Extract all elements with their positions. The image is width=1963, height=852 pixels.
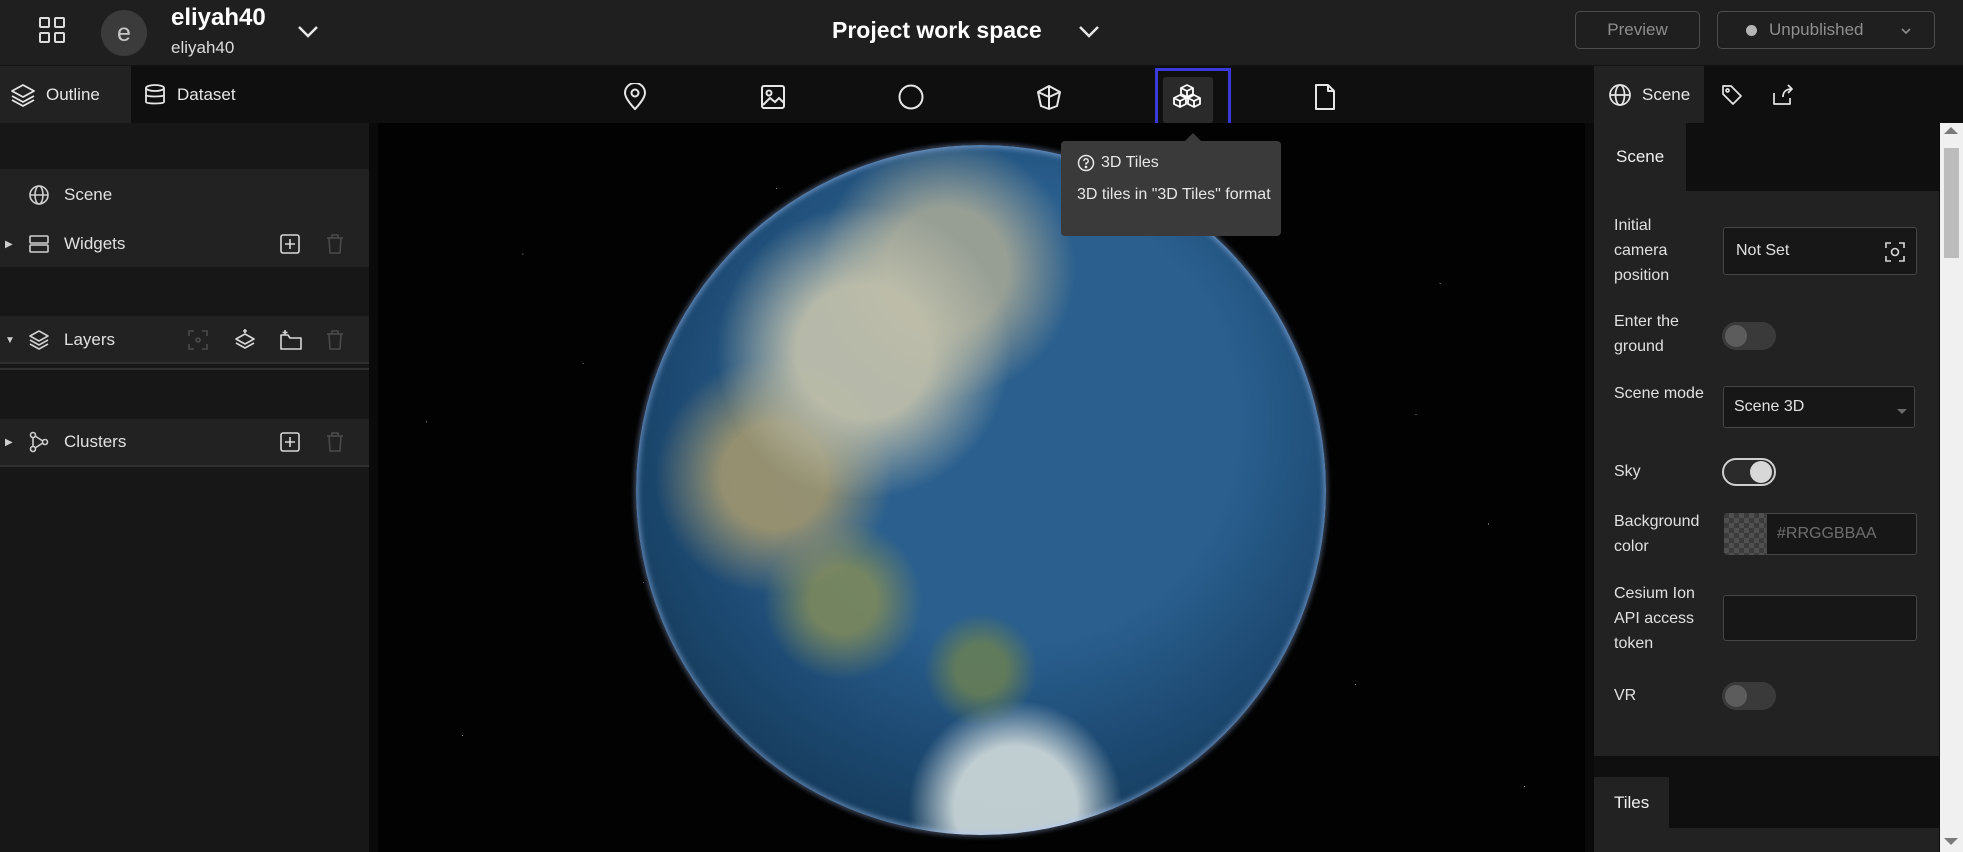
tool-tooltip: 3D Tiles 3D tiles in "3D Tiles" format <box>1061 133 1281 236</box>
user-workspace: eliyah40 <box>171 38 235 57</box>
background-color-placeholder: #RRGGBBAA <box>1777 525 1877 542</box>
outline-item-layers[interactable]: ▼ Layers <box>0 326 369 354</box>
file-icon[interactable] <box>1308 80 1342 114</box>
outline-item-widgets[interactable]: ▶ Widgets <box>0 230 369 258</box>
outline-layers-label: Layers <box>64 330 116 349</box>
scene-mode-value: Scene 3D <box>1734 398 1805 415</box>
publish-status-button[interactable]: Unpublished <box>1717 11 1935 49</box>
trash-icon[interactable] <box>325 233 345 255</box>
vr-label: VR <box>1614 687 1637 704</box>
tab-outline[interactable]: Outline <box>0 66 131 123</box>
cesium-token-input[interactable] <box>1723 595 1917 641</box>
initial-camera-value: Not Set <box>1736 242 1790 259</box>
tab-scene-label: Scene <box>1642 84 1691 104</box>
export-icon[interactable] <box>1770 66 1796 123</box>
tab-dataset[interactable]: Dataset <box>143 66 236 123</box>
avatar[interactable]: e <box>101 10 147 56</box>
project-title[interactable]: Project work space <box>832 17 1042 44</box>
sky-label: Sky <box>1614 463 1641 480</box>
chevron-down-icon <box>1900 21 1912 41</box>
chevron-down-icon[interactable] <box>1072 15 1106 49</box>
scroll-down-arrow-icon[interactable] <box>1944 838 1958 845</box>
background-color-label: Background color <box>1614 513 1700 555</box>
preview-button[interactable]: Preview <box>1575 11 1700 49</box>
clusters-divider <box>0 465 369 467</box>
map-viewport[interactable] <box>378 123 1585 852</box>
database-icon <box>143 83 167 107</box>
add-folder-icon[interactable] <box>279 329 303 351</box>
globe-icon <box>1608 83 1632 107</box>
tiles-section-tab[interactable]: Tiles <box>1594 777 1670 828</box>
circle-icon[interactable] <box>894 80 928 114</box>
scrollbar-thumb[interactable] <box>1944 148 1959 258</box>
clusters-icon <box>28 431 50 453</box>
chevron-down-icon[interactable] <box>292 16 324 48</box>
enter-ground-label: Enter the ground <box>1614 313 1679 355</box>
tab-outline-label: Outline <box>46 84 100 104</box>
initial-camera-field[interactable]: Not Set <box>1723 227 1917 275</box>
color-swatch[interactable] <box>1724 513 1766 555</box>
caret-right-icon[interactable]: ▶ <box>5 437 13 448</box>
apps-grid-icon[interactable] <box>34 12 70 48</box>
earth-globe[interactable] <box>636 145 1326 835</box>
map-pin-icon[interactable] <box>618 80 652 114</box>
layers-icon <box>10 83 36 107</box>
top-header: e eliyah40 eliyah40 Project work space P… <box>0 0 1963 66</box>
layers-bottom-divider <box>0 368 369 370</box>
layers-icon <box>28 329 50 351</box>
scroll-up-arrow-icon[interactable] <box>1944 127 1958 134</box>
scene-section-tab[interactable]: Scene <box>1594 123 1687 191</box>
outline-item-scene[interactable]: Scene <box>0 181 369 209</box>
trash-icon[interactable] <box>325 329 345 351</box>
user-name: eliyah40 <box>171 4 266 31</box>
tag-icon[interactable] <box>1720 66 1744 123</box>
outline-panel: Scene ▶ Widgets ▼ Layers ▶ Clusters <box>0 123 369 852</box>
cesium-token-label: Cesium Ion API access token <box>1614 585 1695 652</box>
tooltip-description: 3D tiles in "3D Tiles" format <box>1077 186 1271 203</box>
background-color-input[interactable]: #RRGGBBAA <box>1766 513 1917 555</box>
enter-ground-toggle[interactable] <box>1722 322 1776 350</box>
publish-status-label: Unpublished <box>1769 20 1864 39</box>
caret-down-icon <box>1896 403 1908 421</box>
tiles-body <box>1594 828 1939 852</box>
model-cube-icon[interactable] <box>1032 80 1066 114</box>
widgets-icon <box>28 233 50 255</box>
scene-mode-select[interactable]: Scene 3D <box>1723 386 1915 428</box>
trash-icon[interactable] <box>325 431 345 453</box>
tooltip-title: 3D Tiles <box>1101 154 1159 171</box>
capture-camera-icon[interactable] <box>1884 241 1906 268</box>
avatar-letter: e <box>117 18 131 47</box>
initial-camera-label: Initial camera position <box>1614 217 1670 284</box>
focus-layer-icon[interactable] <box>187 329 209 351</box>
caret-down-icon[interactable]: ▼ <box>5 335 15 346</box>
vr-toggle[interactable] <box>1722 682 1776 710</box>
image-icon[interactable] <box>756 80 790 114</box>
add-widget-icon[interactable] <box>279 233 301 255</box>
caret-right-icon[interactable]: ▶ <box>5 239 13 250</box>
help-circle-icon <box>1077 154 1095 172</box>
outline-widgets-label: Widgets <box>64 234 126 253</box>
outline-scene-label: Scene <box>64 185 113 204</box>
status-dot-icon <box>1746 24 1757 36</box>
tab-dataset-label: Dataset <box>177 84 236 104</box>
globe-icon <box>28 184 50 206</box>
layers-divider <box>0 362 369 364</box>
outline-item-clusters[interactable]: ▶ Clusters <box>0 428 369 456</box>
sky-toggle[interactable] <box>1722 458 1776 486</box>
outline-clusters-label: Clusters <box>64 432 127 451</box>
scene-mode-label: Scene mode <box>1614 385 1704 402</box>
tab-scene[interactable]: Scene <box>1594 66 1705 123</box>
add-cluster-icon[interactable] <box>279 431 301 453</box>
add-layer-icon[interactable] <box>233 328 257 352</box>
